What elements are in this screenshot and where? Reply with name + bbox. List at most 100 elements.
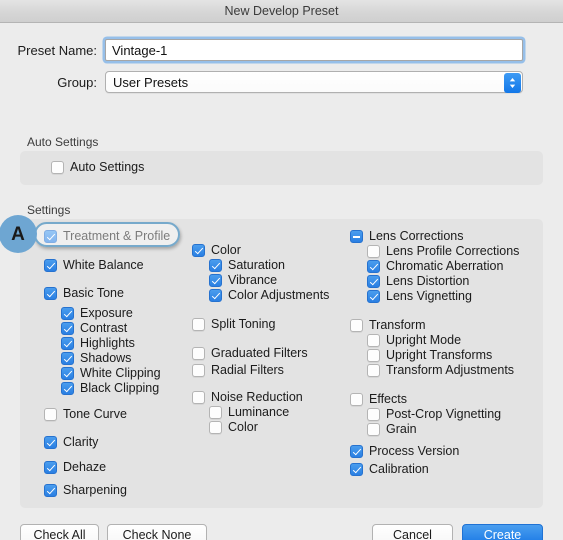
checkbox-white-balance-label: White Balance — [63, 258, 144, 272]
checkbox-highlights[interactable]: Highlights — [61, 336, 135, 350]
checkbox-lens-vignetting-label: Lens Vignetting — [386, 289, 472, 303]
checkbox-shadows-label: Shadows — [80, 351, 132, 365]
checkbox-color-adjustments[interactable]: Color Adjustments — [209, 288, 329, 302]
checkbox-calibration-box[interactable] — [350, 462, 363, 476]
checkbox-white-clipping-box[interactable] — [61, 366, 74, 380]
checkbox-process-version[interactable]: Process Version — [350, 444, 459, 458]
checkbox-contrast[interactable]: Contrast — [61, 321, 127, 335]
checkbox-post-crop-vignetting[interactable]: Post-Crop Vignetting — [367, 407, 501, 421]
checkbox-color-label: Color — [211, 243, 241, 257]
checkbox-black-clipping-box[interactable] — [61, 381, 74, 395]
checkbox-noise-reduction[interactable]: Noise Reduction — [192, 390, 303, 404]
checkbox-lens-vignetting[interactable]: Lens Vignetting — [367, 289, 472, 303]
checkbox-black-clipping-label: Black Clipping — [80, 381, 160, 395]
checkbox-saturation-box[interactable] — [209, 258, 222, 272]
checkbox-color-adjustments-box[interactable] — [209, 288, 222, 302]
window-titlebar[interactable]: New Develop Preset — [0, 0, 563, 23]
checkbox-calibration[interactable]: Calibration — [350, 462, 429, 476]
preset-name-label: Preset Name: — [17, 42, 97, 58]
checkbox-transform-adjustments[interactable]: Transform Adjustments — [367, 363, 514, 377]
checkbox-upright-mode-box[interactable] — [367, 333, 380, 347]
checkbox-split-toning[interactable]: Split Toning — [192, 317, 275, 331]
checkbox-basic-tone[interactable]: Basic Tone — [44, 286, 124, 300]
checkbox-graduated-filters-label: Graduated Filters — [211, 346, 308, 360]
checkbox-process-version-box[interactable] — [350, 444, 363, 458]
checkbox-chromatic-aberration-label: Chromatic Aberration — [386, 259, 504, 273]
checkbox-lens-profile-corrections[interactable]: Lens Profile Corrections — [367, 244, 519, 258]
checkbox-dehaze[interactable]: Dehaze — [44, 460, 106, 474]
create-button[interactable]: Create — [462, 524, 543, 540]
checkbox-color[interactable]: Color — [209, 420, 258, 434]
checkbox-shadows[interactable]: Shadows — [61, 351, 131, 365]
group-row: Group: User Presets — [0, 71, 543, 93]
checkbox-luminance-box[interactable] — [209, 405, 222, 419]
checkbox-color-box[interactable] — [209, 420, 222, 434]
checkbox-grain-box[interactable] — [367, 422, 380, 436]
checkbox-tone-curve[interactable]: Tone Curve — [44, 407, 127, 421]
checkbox-saturation[interactable]: Saturation — [209, 258, 285, 272]
checkbox-color-box[interactable] — [192, 243, 205, 257]
checkbox-lens-distortion[interactable]: Lens Distortion — [367, 274, 469, 288]
checkbox-highlights-box[interactable] — [61, 336, 74, 350]
checkbox-contrast-box[interactable] — [61, 321, 74, 335]
checkbox-lens-vignetting-box[interactable] — [367, 289, 380, 303]
checkbox-tone-curve-box[interactable] — [44, 407, 57, 421]
checkbox-lens-corrections[interactable]: Lens Corrections — [350, 229, 464, 243]
checkbox-white-balance-box[interactable] — [44, 258, 57, 272]
checkbox-upright-mode[interactable]: Upright Mode — [367, 333, 461, 347]
checkbox-basic-tone-box[interactable] — [44, 286, 57, 300]
checkbox-effects-box[interactable] — [350, 392, 363, 406]
checkbox-auto-settings[interactable]: Auto Settings — [51, 160, 144, 174]
checkbox-vibrance[interactable]: Vibrance — [209, 273, 277, 287]
checkbox-lens-profile-corrections-box[interactable] — [367, 244, 380, 258]
checkbox-noise-reduction-box[interactable] — [192, 390, 205, 404]
checkbox-transform-adjustments-label: Transform Adjustments — [386, 363, 515, 377]
checkbox-shadows-box[interactable] — [61, 351, 74, 365]
checkbox-effects-label: Effects — [369, 392, 407, 406]
checkbox-vibrance-box[interactable] — [209, 273, 222, 287]
checkbox-split-toning-box[interactable] — [192, 317, 205, 331]
checkbox-clarity[interactable]: Clarity — [44, 435, 98, 449]
checkbox-graduated-filters-box[interactable] — [192, 346, 205, 360]
checkbox-white-balance[interactable]: White Balance — [44, 258, 144, 272]
checkbox-lens-corrections-box[interactable] — [350, 229, 363, 243]
checkbox-effects[interactable]: Effects — [350, 392, 407, 406]
checkbox-white-clipping[interactable]: White Clipping — [61, 366, 161, 380]
check-all-button[interactable]: Check All — [20, 524, 99, 540]
checkbox-post-crop-vignetting-box[interactable] — [367, 407, 380, 421]
checkbox-clarity-box[interactable] — [44, 435, 57, 449]
checkbox-grain[interactable]: Grain — [367, 422, 417, 436]
checkbox-sharpening-box[interactable] — [44, 483, 57, 497]
checkbox-auto-settings-box[interactable] — [51, 160, 64, 174]
checkbox-radial-filters-box[interactable] — [192, 363, 205, 377]
check-none-button[interactable]: Check None — [107, 524, 207, 540]
checkbox-exposure[interactable]: Exposure — [61, 306, 133, 320]
preset-name-input[interactable]: Vintage-1 — [105, 39, 523, 61]
checkbox-exposure-box[interactable] — [61, 306, 74, 320]
checkbox-color[interactable]: Color — [192, 243, 241, 257]
checkbox-transform-box[interactable] — [350, 318, 363, 332]
auto-settings-caption: Auto Settings — [27, 135, 99, 149]
checkbox-black-clipping[interactable]: Black Clipping — [61, 381, 159, 395]
cancel-button[interactable]: Cancel — [372, 524, 453, 540]
checkbox-transform[interactable]: Transform — [350, 318, 426, 332]
checkbox-chromatic-aberration[interactable]: Chromatic Aberration — [367, 259, 503, 273]
checkbox-upright-transforms-box[interactable] — [367, 348, 380, 362]
chevron-updown-icon[interactable] — [504, 73, 521, 93]
checkbox-transform-adjustments-box[interactable] — [367, 363, 380, 377]
checkbox-graduated-filters[interactable]: Graduated Filters — [192, 346, 308, 360]
checkbox-auto-settings-label: Auto Settings — [70, 160, 145, 174]
group-select[interactable]: User Presets — [105, 71, 523, 93]
checkbox-dehaze-box[interactable] — [44, 460, 57, 474]
checkbox-clarity-label: Clarity — [63, 435, 99, 449]
checkbox-lens-distortion-box[interactable] — [367, 274, 380, 288]
checkbox-luminance[interactable]: Luminance — [209, 405, 289, 419]
checkbox-chromatic-aberration-box[interactable] — [367, 259, 380, 273]
callout-highlight-ring — [34, 222, 180, 247]
checkbox-radial-filters[interactable]: Radial Filters — [192, 363, 284, 377]
checkbox-sharpening[interactable]: Sharpening — [44, 483, 127, 497]
group-label: Group: — [57, 74, 97, 90]
new-develop-preset-dialog: New Develop Preset Preset Name: Vintage-… — [0, 0, 563, 540]
checkbox-upright-transforms[interactable]: Upright Transforms — [367, 348, 492, 362]
dialog-body: Preset Name: Vintage-1 Group: User Prese… — [0, 24, 563, 540]
